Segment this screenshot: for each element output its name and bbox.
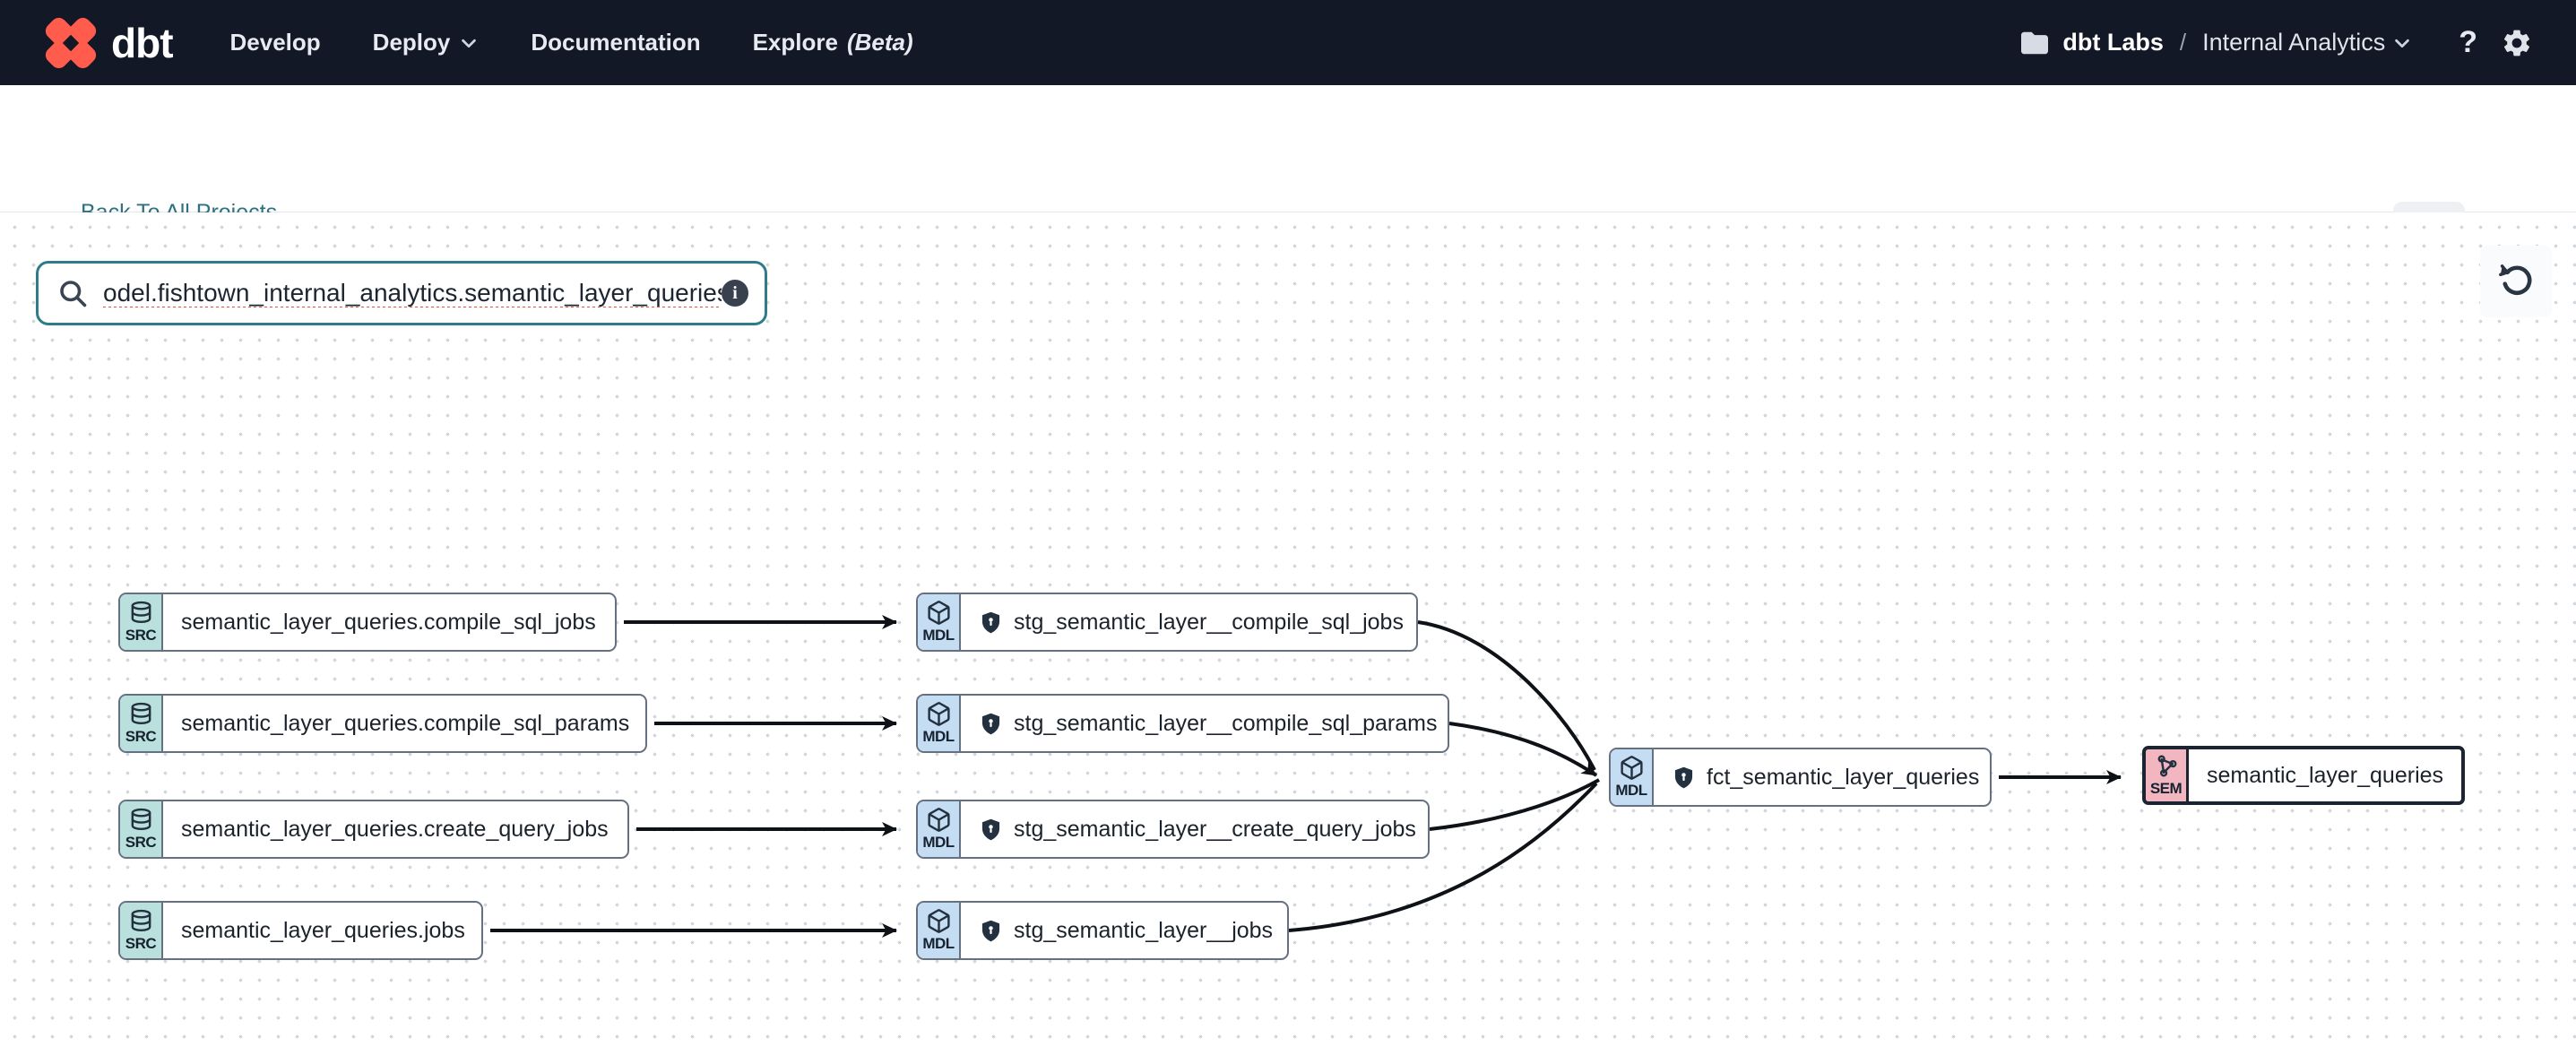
model-badge: MDL [918, 696, 961, 751]
project-switcher[interactable]: Internal Analytics [2202, 29, 2412, 56]
model-badge: MDL [1611, 749, 1654, 805]
badge-label: SRC [125, 627, 156, 645]
cube-icon [926, 807, 952, 833]
nav-item-deploy[interactable]: Deploy [373, 29, 480, 56]
cube-icon [926, 600, 952, 626]
nav-item-label: Explore [753, 29, 838, 56]
database-icon [128, 600, 154, 626]
page-header: ← Back To All Projects Internal Analytic… [0, 85, 2576, 212]
badge-label: MDL [922, 935, 954, 953]
top-nav: dbt Develop Deploy Documentation Explore… [0, 0, 2576, 85]
chevron-down-icon [459, 33, 479, 53]
badge-label: MDL [922, 728, 954, 746]
source-badge: SRC [120, 594, 163, 650]
cube-icon [926, 701, 952, 727]
node-label: stg_semantic_layer__create_query_jobs [1014, 817, 1416, 843]
cube-icon [926, 908, 952, 934]
source-badge: SRC [120, 801, 163, 857]
source-badge: SRC [120, 696, 163, 751]
badge-label: SRC [125, 935, 156, 953]
lineage-node-source[interactable]: SRC semantic_layer_queries.compile_sql_j… [118, 593, 617, 652]
nav-item-documentation[interactable]: Documentation [531, 29, 700, 56]
model-badge: MDL [918, 801, 961, 857]
settings-gear-icon[interactable] [2501, 27, 2533, 59]
org-name: dbt Labs [2062, 29, 2164, 56]
lineage-canvas[interactable]: odel.fishtown_internal_analytics.semanti… [0, 212, 2576, 1047]
node-label: stg_semantic_layer__jobs [1014, 918, 1273, 944]
chevron-down-icon [2392, 33, 2412, 53]
beta-tag: (Beta) [847, 29, 913, 56]
node-label: semantic_layer_queries [2207, 763, 2443, 789]
cube-icon [1619, 755, 1645, 781]
lineage-node-model[interactable]: MDL stg_semantic_layer__jobs [916, 901, 1289, 960]
dbt-logo[interactable]: dbt [43, 15, 173, 71]
badge-label: MDL [922, 834, 954, 852]
dbt-explorer-screen: dbt Develop Deploy Documentation Explore… [0, 0, 2576, 1047]
lineage-node-model[interactable]: MDL stg_semantic_layer__compile_sql_para… [916, 694, 1449, 753]
model-badge: MDL [918, 594, 961, 650]
badge-label: MDL [922, 627, 954, 645]
project-name: Internal Analytics [2202, 29, 2385, 56]
nav-item-label: Deploy [373, 29, 451, 56]
semantic-badge: SEM [2146, 749, 2189, 801]
node-label: fct_semantic_layer_queries [1707, 765, 1979, 791]
model-badge: MDL [918, 903, 961, 958]
contract-shield-icon [1672, 766, 1696, 790]
node-label: semantic_layer_queries.compile_sql_jobs [181, 610, 596, 636]
brand-name: dbt [111, 19, 173, 67]
lineage-node-source[interactable]: SRC semantic_layer_queries.create_query_… [118, 800, 629, 859]
contract-shield-icon [979, 818, 1003, 842]
semantic-triangle-icon [2153, 753, 2179, 779]
node-label: stg_semantic_layer__compile_sql_params [1014, 711, 1437, 737]
lineage-node-model[interactable]: MDL fct_semantic_layer_queries [1609, 748, 1992, 807]
node-label: semantic_layer_queries.create_query_jobs [181, 817, 609, 843]
database-icon [128, 807, 154, 833]
lineage-node-source[interactable]: SRC semantic_layer_queries.compile_sql_p… [118, 694, 647, 753]
badge-label: SRC [125, 728, 156, 746]
lineage-node-semantic[interactable]: SEM semantic_layer_queries [2142, 746, 2465, 805]
nav-item-explore[interactable]: Explore (Beta) [753, 29, 913, 56]
nav-item-develop[interactable]: Develop [230, 29, 321, 56]
nav-item-label: Documentation [531, 29, 700, 56]
breadcrumb-separator: / [2176, 29, 2190, 56]
node-label: stg_semantic_layer__compile_sql_jobs [1014, 610, 1404, 636]
source-badge: SRC [120, 903, 163, 958]
nav-right: dbt Labs / Internal Analytics ? [2019, 25, 2533, 60]
dbt-logo-icon [43, 15, 99, 71]
nav-links: Develop Deploy Documentation Explore (Be… [230, 29, 913, 56]
nav-item-label: Develop [230, 29, 321, 56]
contract-shield-icon [979, 712, 1003, 736]
help-icon[interactable]: ? [2459, 25, 2477, 60]
folder-icon [2019, 30, 2050, 56]
lineage-node-model[interactable]: MDL stg_semantic_layer__create_query_job… [916, 800, 1430, 859]
node-label: semantic_layer_queries.jobs [181, 918, 465, 944]
lineage-node-source[interactable]: SRC semantic_layer_queries.jobs [118, 901, 483, 960]
database-icon [128, 701, 154, 727]
lineage-node-model[interactable]: MDL stg_semantic_layer__compile_sql_jobs [916, 593, 1418, 652]
badge-label: MDL [1615, 782, 1647, 800]
badge-label: SRC [125, 834, 156, 852]
account-breadcrumb: dbt Labs / Internal Analytics [2019, 29, 2412, 56]
node-label: semantic_layer_queries.compile_sql_param… [181, 711, 629, 737]
badge-label: SEM [2150, 780, 2182, 798]
contract-shield-icon [979, 610, 1003, 635]
database-icon [128, 908, 154, 934]
contract-shield-icon [979, 919, 1003, 943]
